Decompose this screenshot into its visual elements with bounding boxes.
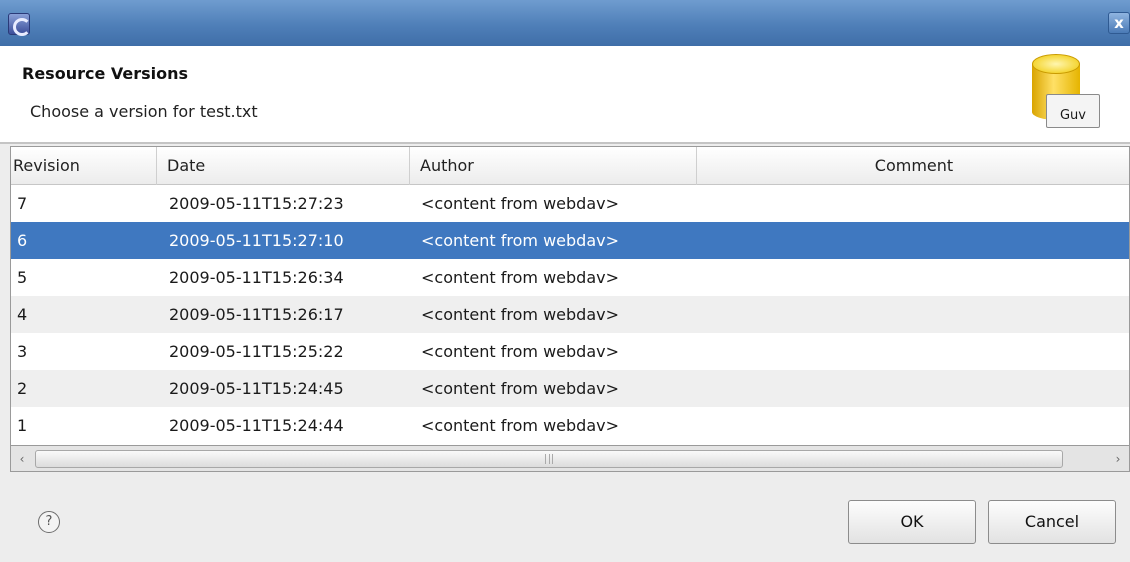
cell-revision: 3 xyxy=(17,342,28,361)
cell-revision: 6 xyxy=(17,231,28,250)
banner-tag-label: Guv xyxy=(1046,94,1100,128)
table-row-selected[interactable]: 6 2009-05-11T15:27:10 <content from webd… xyxy=(11,222,1129,259)
dialog-header: Resource Versions Choose a version for t… xyxy=(0,46,1130,142)
cancel-button[interactable]: Cancel xyxy=(988,500,1116,544)
cell-revision: 1 xyxy=(17,416,28,435)
table-row[interactable]: 2 2009-05-11T15:24:45 <content from webd… xyxy=(11,370,1129,407)
scrollbar-grip-icon xyxy=(545,454,553,464)
table-row[interactable]: 1 2009-05-11T15:24:44 <content from webd… xyxy=(11,407,1129,444)
header-separator xyxy=(0,142,1130,144)
cell-date: 2009-05-11T15:24:44 xyxy=(169,416,344,435)
table-row[interactable]: 5 2009-05-11T15:26:34 <content from webd… xyxy=(11,259,1129,296)
cell-date: 2009-05-11T15:27:23 xyxy=(169,194,344,213)
table-row[interactable]: 7 2009-05-11T15:27:23 <content from webd… xyxy=(11,185,1129,222)
column-header-date[interactable]: Date xyxy=(157,147,410,185)
column-header-comment[interactable]: Comment xyxy=(697,147,1129,185)
dialog-title: Resource Versions xyxy=(22,64,189,83)
scroll-left-arrow-icon[interactable]: ‹ xyxy=(11,448,33,470)
column-header-revision[interactable]: Revision xyxy=(11,147,157,185)
cell-date: 2009-05-11T15:26:34 xyxy=(169,268,344,287)
horizontal-scrollbar[interactable]: ‹ › xyxy=(10,446,1130,472)
repository-banner-icon: Guv xyxy=(1030,54,1102,134)
cell-author: <content from webdav> xyxy=(421,231,619,250)
close-button[interactable]: x xyxy=(1108,12,1130,34)
ok-button[interactable]: OK xyxy=(848,500,976,544)
table-row[interactable]: 3 2009-05-11T15:25:22 <content from webd… xyxy=(11,333,1129,370)
cell-author: <content from webdav> xyxy=(421,342,619,361)
dialog-message: Choose a version for test.txt xyxy=(30,102,258,121)
cell-date: 2009-05-11T15:25:22 xyxy=(169,342,344,361)
cell-revision: 7 xyxy=(17,194,28,213)
table-row[interactable]: 4 2009-05-11T15:26:17 <content from webd… xyxy=(11,296,1129,333)
cell-revision: 4 xyxy=(17,305,28,324)
help-icon[interactable]: ? xyxy=(38,511,60,533)
cell-revision: 2 xyxy=(17,379,28,398)
cell-author: <content from webdav> xyxy=(421,194,619,213)
cell-author: <content from webdav> xyxy=(421,379,619,398)
title-bar[interactable]: x xyxy=(0,0,1130,46)
scroll-right-arrow-icon[interactable]: › xyxy=(1107,448,1129,470)
column-header-author[interactable]: Author xyxy=(410,147,697,185)
cell-date: 2009-05-11T15:27:10 xyxy=(169,231,344,250)
table-header: Revision Date Author Comment xyxy=(11,147,1129,185)
versions-table[interactable]: Revision Date Author Comment 7 2009-05-1… xyxy=(10,146,1130,446)
cell-author: <content from webdav> xyxy=(421,268,619,287)
cell-date: 2009-05-11T15:26:17 xyxy=(169,305,344,324)
cell-date: 2009-05-11T15:24:45 xyxy=(169,379,344,398)
cell-revision: 5 xyxy=(17,268,28,287)
cell-author: <content from webdav> xyxy=(421,305,619,324)
eclipse-app-icon xyxy=(8,13,31,36)
close-icon: x xyxy=(1114,14,1124,32)
cell-author: <content from webdav> xyxy=(421,416,619,435)
scrollbar-thumb[interactable] xyxy=(35,450,1063,468)
